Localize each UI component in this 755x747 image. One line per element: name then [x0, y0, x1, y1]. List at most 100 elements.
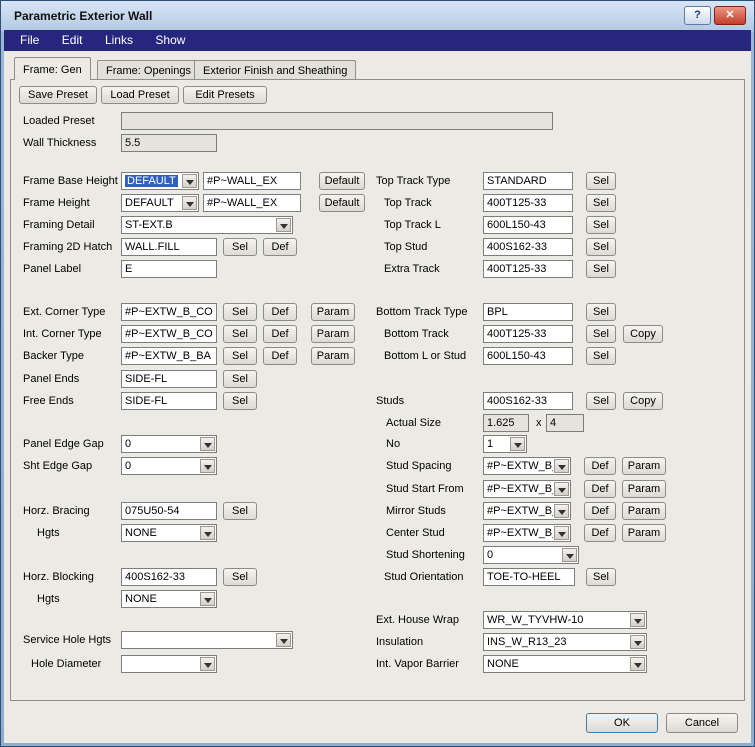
actual-size-depth-field[interactable]: 4 [546, 414, 584, 432]
tab-frame-openings[interactable]: Frame: Openings [97, 60, 200, 80]
stud-start-from-param-button[interactable]: Param [622, 480, 666, 498]
wall-thickness-field[interactable]: 5.5 [121, 134, 217, 152]
mirror-studs-def-button[interactable]: Def [584, 502, 616, 520]
top-track-type-field[interactable]: STANDARD [483, 172, 573, 190]
stud-spacing-param-button[interactable]: Param [622, 457, 666, 475]
service-hole-hgts-combo[interactable] [121, 631, 293, 649]
horz-blocking-field[interactable]: 400S162-33 [121, 568, 217, 586]
menu-edit[interactable]: Edit [53, 30, 92, 50]
backer-type-sel-button[interactable]: Sel [223, 347, 257, 365]
loaded-preset-field[interactable] [121, 112, 553, 130]
stud-spacing-def-button[interactable]: Def [584, 457, 616, 475]
top-track-sel-button[interactable]: Sel [586, 194, 616, 212]
stud-orientation-sel-button[interactable]: Sel [586, 568, 616, 586]
top-track-l-field[interactable]: 600L150-43 [483, 216, 573, 234]
menu-links[interactable]: Links [96, 30, 142, 50]
stud-start-from-def-button[interactable]: Def [584, 480, 616, 498]
load-preset-button[interactable]: Load Preset [101, 86, 179, 104]
horz-blocking-sel-button[interactable]: Sel [223, 568, 257, 586]
frame-base-height-formula-field[interactable]: #P~WALL_EX [203, 172, 301, 190]
mirror-studs-param-button[interactable]: Param [622, 502, 666, 520]
int-corner-type-param-button[interactable]: Param [311, 325, 355, 343]
menu-file[interactable]: File [11, 30, 48, 50]
framing-2d-hatch-sel-button[interactable]: Sel [223, 238, 257, 256]
dropdown-arrow-icon[interactable] [200, 592, 215, 606]
save-preset-button[interactable]: Save Preset [19, 86, 97, 104]
int-corner-type-def-button[interactable]: Def [263, 325, 297, 343]
panel-ends-sel-button[interactable]: Sel [223, 370, 257, 388]
top-stud-sel-button[interactable]: Sel [586, 238, 616, 256]
edit-presets-button[interactable]: Edit Presets [183, 86, 267, 104]
ext-corner-type-param-button[interactable]: Param [311, 303, 355, 321]
bottom-track-type-sel-button[interactable]: Sel [586, 303, 616, 321]
cancel-button[interactable]: Cancel [666, 713, 738, 733]
frame-height-formula-field[interactable]: #P~WALL_EX [203, 194, 301, 212]
studs-copy-button[interactable]: Copy [623, 392, 663, 410]
menu-show[interactable]: Show [146, 30, 194, 50]
frame-base-height-combo[interactable]: DEFAULT [121, 172, 199, 190]
stud-orientation-field[interactable]: TOE-TO-HEEL [483, 568, 575, 586]
backer-type-def-button[interactable]: Def [263, 347, 297, 365]
int-corner-type-sel-button[interactable]: Sel [223, 325, 257, 343]
bottom-track-sel-button[interactable]: Sel [586, 325, 616, 343]
blocking-hgts-combo[interactable]: NONE [121, 590, 217, 608]
dropdown-arrow-icon[interactable] [630, 613, 645, 627]
backer-type-param-button[interactable]: Param [311, 347, 355, 365]
free-ends-field[interactable]: SIDE-FL [121, 392, 217, 410]
center-stud-param-button[interactable]: Param [622, 524, 666, 542]
dropdown-arrow-icon[interactable] [562, 548, 577, 562]
help-button[interactable]: ? [684, 6, 711, 25]
frame-height-combo[interactable]: DEFAULT [121, 194, 199, 212]
top-track-l-sel-button[interactable]: Sel [586, 216, 616, 234]
dropdown-arrow-icon[interactable] [200, 437, 215, 451]
bracing-hgts-combo[interactable]: NONE [121, 524, 217, 542]
panel-label-field[interactable]: E [121, 260, 217, 278]
tab-exterior-finish-and-sheathing[interactable]: Exterior Finish and Sheathing [194, 60, 356, 80]
extra-track-field[interactable]: 400T125-33 [483, 260, 573, 278]
top-track-type-sel-button[interactable]: Sel [586, 172, 616, 190]
dropdown-arrow-icon[interactable] [200, 657, 215, 671]
bottom-track-field[interactable]: 400T125-33 [483, 325, 573, 343]
hole-diameter-combo[interactable] [121, 655, 217, 673]
backer-type-field[interactable]: #P~EXTW_B_BA [121, 347, 217, 365]
bottom-l-or-stud-field[interactable]: 600L150-43 [483, 347, 573, 365]
titlebar[interactable]: Parametric Exterior Wall ? ✕ [4, 4, 751, 30]
ext-house-wrap-combo[interactable]: WR_W_TYVHW-10 [483, 611, 647, 629]
framing-2d-hatch-def-button[interactable]: Def [263, 238, 297, 256]
ext-corner-type-field[interactable]: #P~EXTW_B_CO [121, 303, 217, 321]
insulation-combo[interactable]: INS_W_R13_23 [483, 633, 647, 651]
int-corner-type-field[interactable]: #P~EXTW_B_CO [121, 325, 217, 343]
dropdown-arrow-icon[interactable] [276, 218, 291, 232]
stud-spacing-combo[interactable]: #P~EXTW_B_ [483, 457, 571, 475]
panel-ends-field[interactable]: SIDE-FL [121, 370, 217, 388]
dropdown-arrow-icon[interactable] [554, 482, 569, 496]
horz-bracing-sel-button[interactable]: Sel [223, 502, 257, 520]
stud-start-from-combo[interactable]: #P~EXTW_B_ [483, 480, 571, 498]
dropdown-arrow-icon[interactable] [182, 196, 197, 210]
panel-edge-gap-combo[interactable]: 0 [121, 435, 217, 453]
dropdown-arrow-icon[interactable] [182, 174, 197, 188]
center-stud-combo[interactable]: #P~EXTW_B_ [483, 524, 571, 542]
studs-sel-button[interactable]: Sel [586, 392, 616, 410]
dropdown-arrow-icon[interactable] [200, 459, 215, 473]
bottom-track-type-field[interactable]: BPL [483, 303, 573, 321]
dropdown-arrow-icon[interactable] [630, 657, 645, 671]
int-vapor-barrier-combo[interactable]: NONE [483, 655, 647, 673]
dropdown-arrow-icon[interactable] [630, 635, 645, 649]
free-ends-sel-button[interactable]: Sel [223, 392, 257, 410]
close-button[interactable]: ✕ [714, 6, 746, 25]
top-track-field[interactable]: 400T125-33 [483, 194, 573, 212]
dropdown-arrow-icon[interactable] [554, 459, 569, 473]
bottom-track-copy-button[interactable]: Copy [623, 325, 663, 343]
mirror-studs-combo[interactable]: #P~EXTW_B_ [483, 502, 571, 520]
framing-detail-combo[interactable]: ST-EXT.B [121, 216, 293, 234]
sht-edge-gap-combo[interactable]: 0 [121, 457, 217, 475]
dropdown-arrow-icon[interactable] [276, 633, 291, 647]
no-combo[interactable]: 1 [483, 435, 527, 453]
tab-frame-gen[interactable]: Frame: Gen [14, 57, 91, 80]
studs-field[interactable]: 400S162-33 [483, 392, 573, 410]
ext-corner-type-def-button[interactable]: Def [263, 303, 297, 321]
center-stud-def-button[interactable]: Def [584, 524, 616, 542]
ok-button[interactable]: OK [586, 713, 658, 733]
frame-base-height-default-button[interactable]: Default [319, 172, 365, 190]
